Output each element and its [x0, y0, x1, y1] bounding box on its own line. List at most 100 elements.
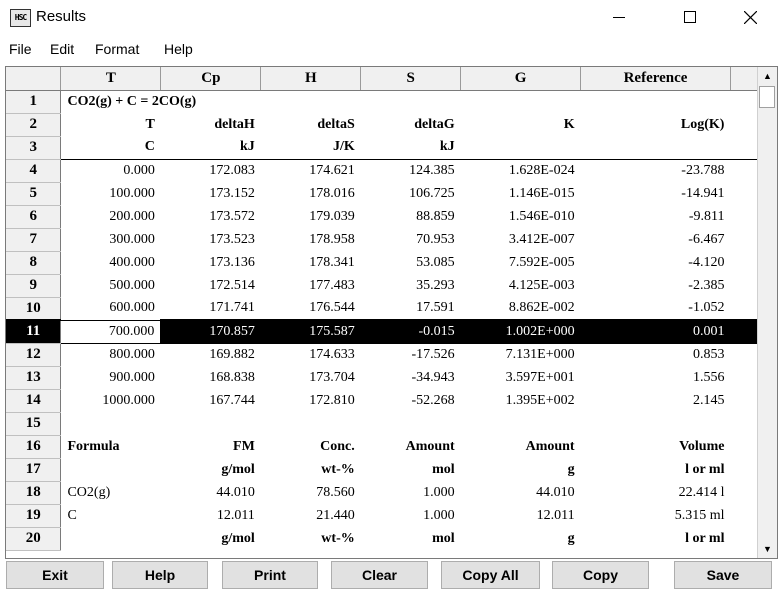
row-header[interactable]: 18 — [6, 481, 62, 505]
grid-cell[interactable]: -52.268 — [361, 389, 461, 412]
grid-cell[interactable]: 1000.000 — [61, 389, 161, 412]
clear-button[interactable]: Clear — [331, 561, 428, 589]
grid-cell[interactable]: mol — [361, 527, 461, 550]
table-row[interactable]: 18 CO2(g) 44.010 78.560 1.000 44.010 22.414 l — [6, 481, 758, 505]
scroll-down-icon[interactable]: ▼ — [758, 540, 777, 558]
grid-cell[interactable]: g/mol — [161, 527, 261, 550]
grid-cell[interactable]: 1.000 — [361, 481, 461, 504]
row-header[interactable]: 3 — [6, 136, 62, 160]
grid-cell[interactable]: -2.385 — [581, 274, 731, 297]
column-header-t[interactable]: T — [60, 67, 162, 91]
copy-all-button[interactable]: Copy All — [441, 561, 540, 589]
grid-cell[interactable]: CO2(g) — [61, 481, 161, 504]
grid-cell[interactable]: 1.395E+002 — [461, 389, 581, 412]
grid-cell[interactable]: 1.000 — [361, 504, 461, 527]
grid-cell[interactable]: 5.315 ml — [581, 504, 731, 527]
grid-cell[interactable]: 167.744 — [161, 389, 261, 412]
grid-cell[interactable] — [580, 136, 731, 160]
grid-cell[interactable]: 70.953 — [361, 228, 461, 251]
table-row[interactable]: 19 C 12.011 21.440 1.000 12.011 5.315 ml — [6, 504, 758, 528]
copy-button[interactable]: Copy — [552, 561, 649, 589]
grid-cell[interactable]: 178.958 — [261, 228, 361, 251]
grid-cell[interactable]: 500.000 — [61, 274, 161, 297]
row-header[interactable]: 2 — [6, 113, 62, 137]
column-header-s[interactable]: S — [360, 67, 462, 91]
grid-cell[interactable]: 21.440 — [261, 504, 361, 527]
grid-cell[interactable] — [460, 136, 581, 160]
grid-cell[interactable]: 53.085 — [361, 251, 461, 274]
grid-cell[interactable]: -17.526 — [361, 343, 461, 366]
grid-cell[interactable]: 44.010 — [461, 481, 581, 504]
table-row[interactable]: 15 — [6, 412, 758, 436]
grid-cell[interactable]: 44.010 — [161, 481, 261, 504]
grid-cell[interactable]: 175.587 — [260, 319, 361, 344]
grid-cell[interactable]: 170.857 — [160, 319, 261, 344]
column-header-g[interactable]: G — [460, 67, 582, 91]
grid-cell[interactable]: 600.000 — [61, 297, 161, 320]
grid-cell[interactable] — [61, 527, 161, 550]
grid-cell[interactable]: 2.145 — [581, 389, 731, 412]
grid-cell[interactable]: 200.000 — [61, 205, 161, 228]
exit-button[interactable]: Exit — [6, 561, 104, 589]
grid-cell[interactable]: 900.000 — [61, 366, 161, 389]
grid-cell[interactable]: C — [60, 136, 161, 160]
grid-cell[interactable]: C — [61, 504, 161, 527]
corner-cell[interactable] — [6, 67, 62, 91]
grid-cell[interactable]: Formula — [61, 435, 161, 458]
grid-cell[interactable]: wt-% — [261, 458, 361, 481]
grid-cell[interactable]: Amount — [461, 435, 581, 458]
vertical-scrollbar[interactable]: ▲ ▼ — [757, 67, 777, 558]
grid-cell[interactable]: 173.704 — [261, 366, 361, 389]
grid-cell[interactable]: 1.546E-010 — [461, 205, 581, 228]
table-row[interactable]: 8 400.000 173.136 178.341 53.085 7.592E-005 -4… — [6, 251, 758, 275]
menu-format[interactable]: Format — [95, 41, 139, 57]
table-row[interactable]: 7 300.000 173.523 178.958 70.953 3.412E-007 -6… — [6, 228, 758, 252]
grid-cell[interactable]: -4.120 — [581, 251, 731, 274]
minimize-button[interactable] — [596, 0, 642, 34]
grid-cell[interactable]: -1.052 — [581, 297, 731, 320]
save-button[interactable]: Save — [674, 561, 772, 589]
row-header[interactable]: 11 — [6, 319, 62, 344]
table-row[interactable]: 9 500.000 172.514 177.483 35.293 4.125E-003 -2… — [6, 274, 758, 298]
grid-cell[interactable]: 4.125E-003 — [461, 274, 581, 297]
grid-cell[interactable]: wt-% — [261, 527, 361, 550]
table-row[interactable]: 20 g/mol wt-% mol g l or ml — [6, 527, 758, 551]
grid-cell[interactable]: Conc. — [261, 435, 361, 458]
grid-cell[interactable] — [161, 412, 261, 435]
row-header[interactable]: 14 — [6, 389, 62, 413]
grid-cell[interactable]: J/K — [260, 136, 361, 160]
table-row[interactable]: 17 g/mol wt-% mol g l or ml — [6, 458, 758, 482]
grid-cell[interactable]: 172.514 — [161, 274, 261, 297]
grid-cell[interactable]: 178.016 — [261, 182, 361, 205]
grid-cell[interactable]: 7.131E+000 — [461, 343, 581, 366]
grid-cell[interactable]: 700.000 — [60, 319, 162, 344]
grid-cell[interactable]: 106.725 — [361, 182, 461, 205]
grid-cell[interactable]: 1.002E+000 — [460, 319, 581, 344]
row-header[interactable]: 13 — [6, 366, 62, 390]
grid-cell[interactable]: 7.592E-005 — [461, 251, 581, 274]
row-header[interactable]: 8 — [6, 251, 62, 275]
grid-cell[interactable] — [461, 412, 581, 435]
grid-cell[interactable]: g/mol — [161, 458, 261, 481]
grid-cell[interactable]: 8.862E-002 — [461, 297, 581, 320]
grid-cell[interactable]: K — [461, 113, 581, 136]
grid-cell[interactable]: -0.015 — [360, 319, 461, 344]
grid-cell[interactable]: 174.621 — [261, 159, 361, 182]
column-header-h[interactable]: H — [260, 67, 362, 91]
grid-cell[interactable]: Log(K) — [581, 113, 731, 136]
grid-cell[interactable]: 12.011 — [161, 504, 261, 527]
table-row[interactable]: 13 900.000 168.838 173.704 -34.943 3.597E+001… — [6, 366, 758, 390]
row-header[interactable]: 19 — [6, 504, 62, 528]
table-row[interactable]: 14 1000.000 167.744 172.810 -52.268 1.395E+00… — [6, 389, 758, 413]
menu-help[interactable]: Help — [164, 41, 193, 57]
grid-cell[interactable]: -34.943 — [361, 366, 461, 389]
grid-cell[interactable] — [61, 458, 161, 481]
grid-cell[interactable]: 0.853 — [581, 343, 731, 366]
grid-cell[interactable]: deltaS — [261, 113, 361, 136]
column-header-reference[interactable]: Reference — [580, 67, 731, 91]
grid-cell[interactable]: 100.000 — [61, 182, 161, 205]
grid-cell[interactable]: 0.001 — [580, 319, 731, 344]
table-row[interactable]: 6 200.000 173.572 179.039 88.859 1.546E-010 -9… — [6, 205, 758, 229]
menu-file[interactable]: File — [9, 41, 32, 57]
app-icon[interactable]: HSC — [10, 9, 31, 27]
